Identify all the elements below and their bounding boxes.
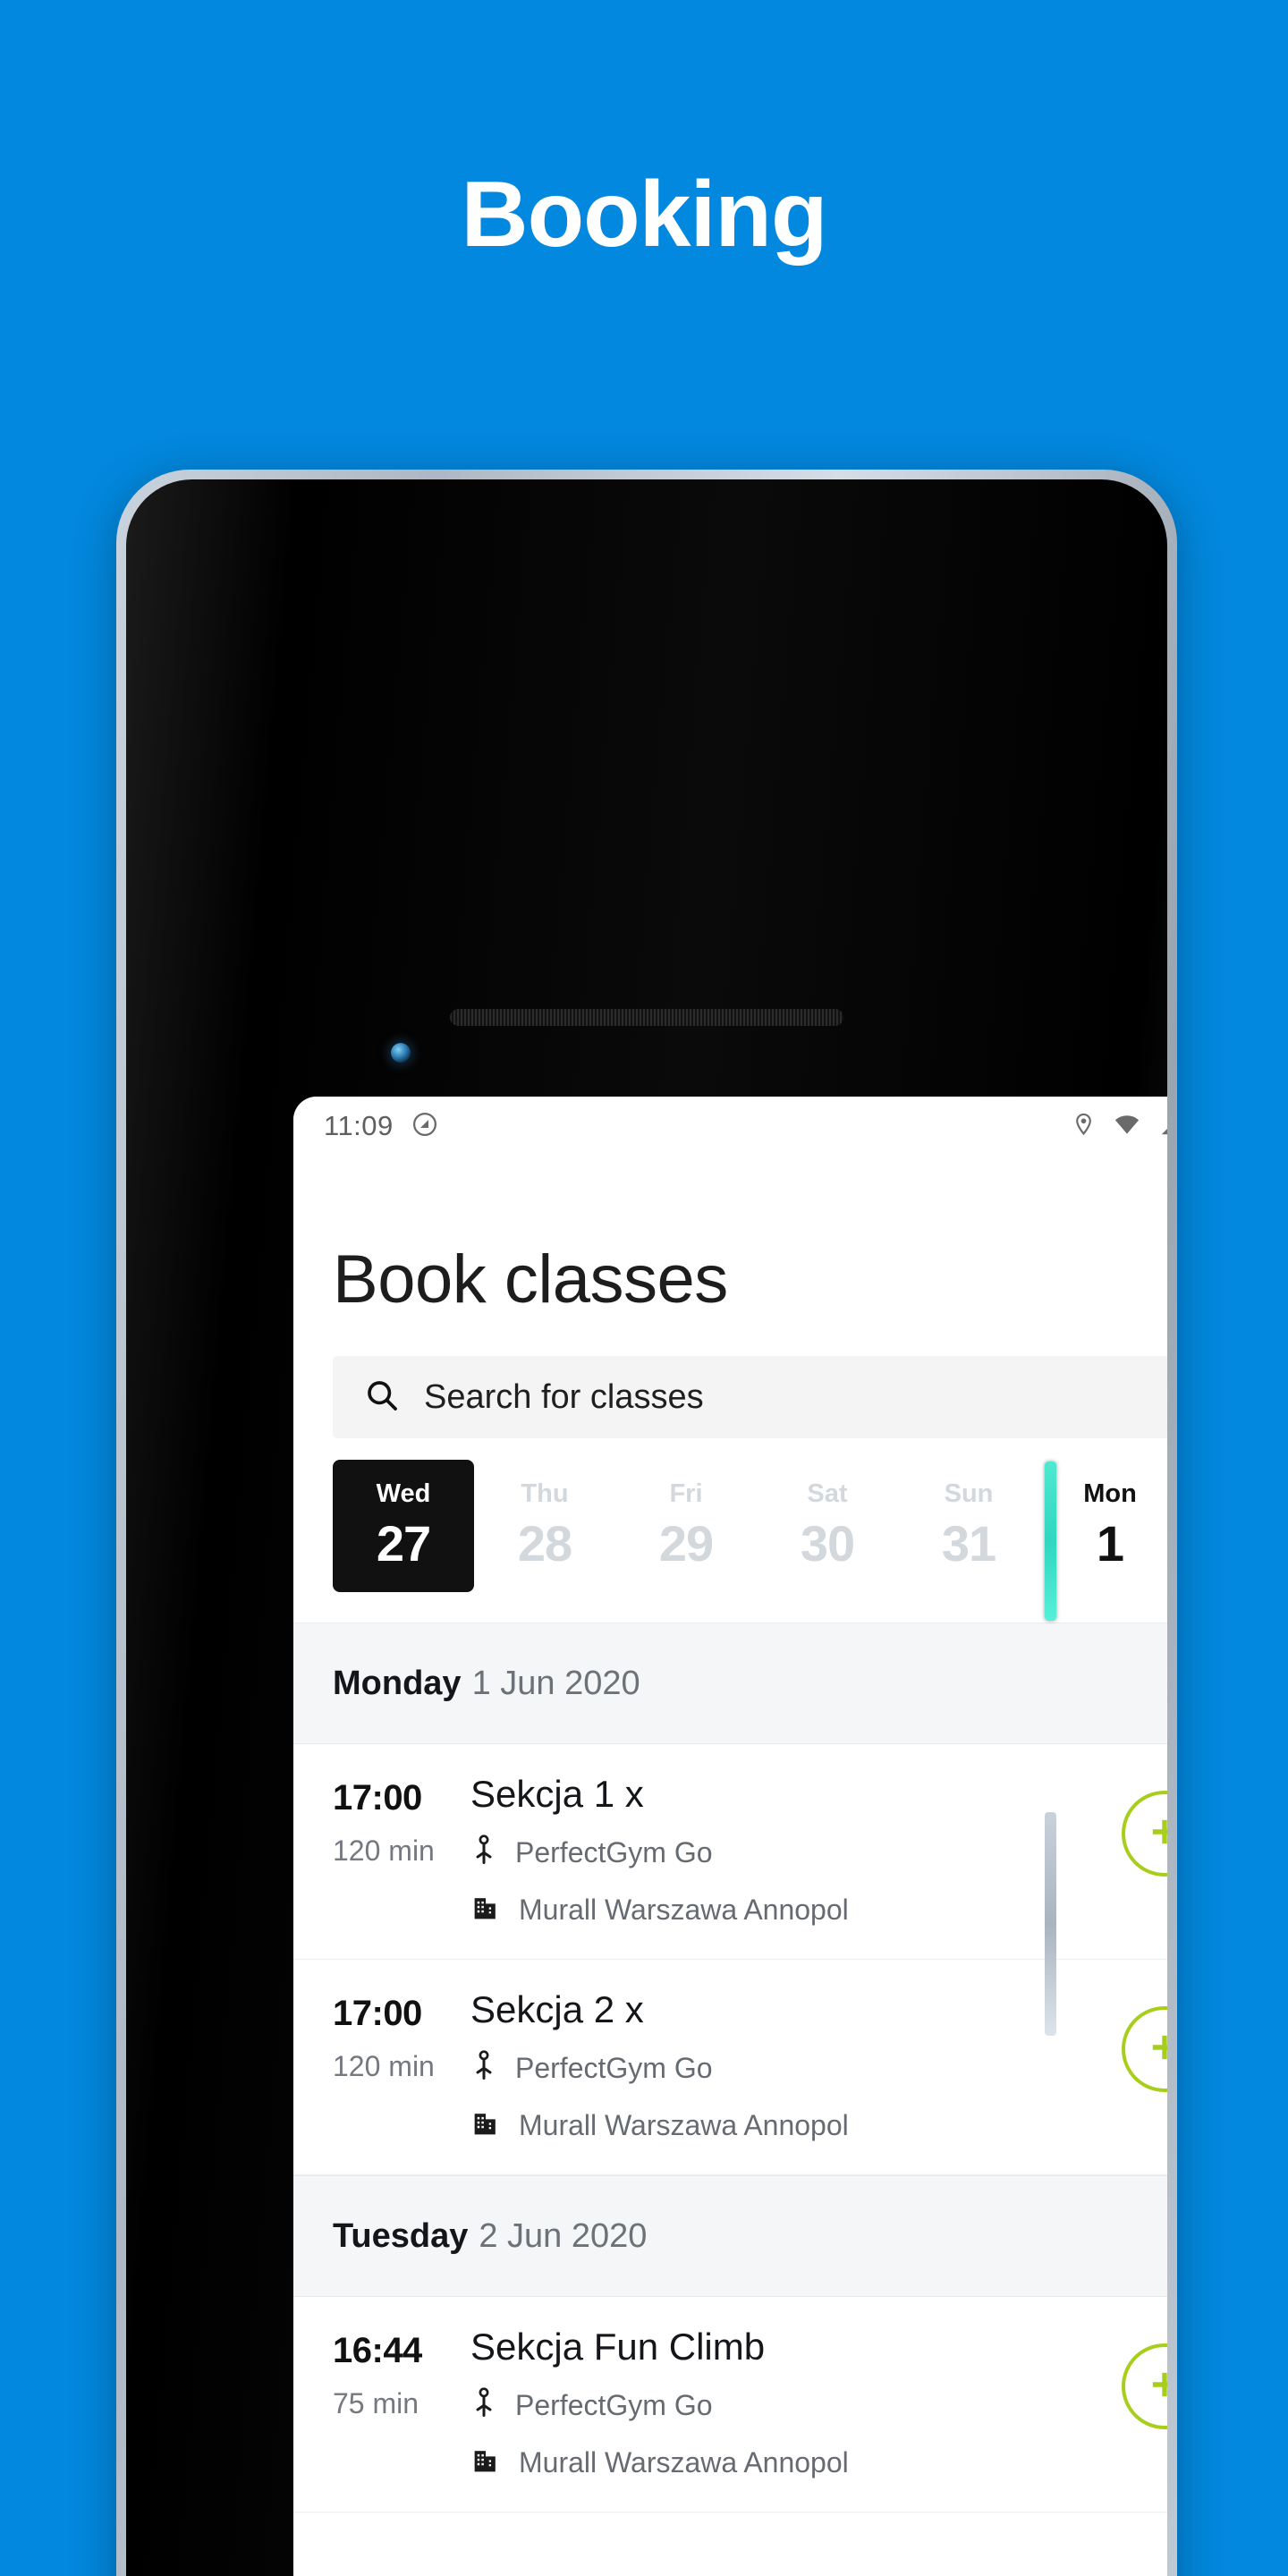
day-chip-dow: Sat (807, 1479, 848, 1508)
day-chip-sat-30[interactable]: Sat 30 (757, 1460, 898, 1592)
class-duration: 120 min (333, 1835, 435, 1867)
day-group-header-monday: Monday 1 Jun 2020 (293, 1623, 1167, 1744)
front-camera-icon (391, 1043, 411, 1063)
search-placeholder: Search for classes (424, 1377, 704, 1416)
day-selector[interactable]: Wed 27 Thu 28 Fri 29 Sat 30 Sun 31 Mon 1 (293, 1438, 1167, 1623)
day-chip-dom: 27 (376, 1515, 431, 1572)
class-duration: 75 min (333, 2387, 419, 2420)
volume-button[interactable] (1045, 1812, 1056, 2036)
class-row[interactable]: 16:44 75 min Sekcja Fun Climb PerfectGym… (293, 2297, 1167, 2513)
class-time: 17:00 (333, 1778, 422, 1818)
do-not-disturb-icon (411, 1111, 438, 1142)
day-chip-thu-28[interactable]: Thu 28 (474, 1460, 615, 1592)
class-trainer-row: PerfectGym Go (470, 1834, 1122, 1872)
class-time-column: 17:00 120 min (333, 1990, 469, 2083)
status-time: 11:09 (324, 1110, 394, 1141)
class-trainer: PerfectGym Go (515, 1836, 713, 1869)
book-class-button[interactable] (1122, 1791, 1167, 1877)
class-location-row: Murall Warszawa Annopol (470, 2107, 1122, 2144)
day-group-name: Tuesday (333, 2216, 469, 2255)
building-icon (470, 1892, 501, 1928)
page-title: Book classes (333, 1241, 728, 1318)
class-trainer-row: PerfectGym Go (470, 2049, 1122, 2088)
day-chip-dom: 1 (1096, 1515, 1124, 1572)
class-trainer: PerfectGym Go (515, 2052, 713, 2085)
power-button[interactable] (1045, 1462, 1056, 1621)
class-info-column: Sekcja 1 x PerfectGym Go Murall Warszawa… (469, 1773, 1122, 1928)
search-input[interactable]: Search for classes (333, 1356, 1167, 1438)
class-location-row: Murall Warszawa Annopol (470, 1892, 1122, 1928)
building-icon (470, 2445, 501, 2481)
day-chip-sun-31[interactable]: Sun 31 (898, 1460, 1039, 1592)
wifi-icon (1113, 1111, 1141, 1142)
day-chip-dom: 31 (941, 1515, 996, 1572)
class-info-column: Sekcja 2 x PerfectGym Go Murall Warszawa… (469, 1988, 1122, 2144)
day-chip-dow: Wed (376, 1479, 431, 1508)
day-group-header-tuesday: Tuesday 2 Jun 2020 (293, 2175, 1167, 2298)
phone-frame: 11:09 Book classes Search for classes We… (116, 470, 1177, 2576)
class-info-column: Sekcja Fun Climb PerfectGym Go Murall Wa… (469, 2327, 1122, 2481)
day-chip-fri-29[interactable]: Fri 29 (615, 1460, 757, 1592)
app-bar (293, 1156, 1167, 1220)
earpiece-speaker (450, 1009, 843, 1026)
day-chip-wed-27[interactable]: Wed 27 (333, 1460, 474, 1592)
class-trainer-row: PerfectGym Go (470, 2386, 1122, 2425)
class-duration: 120 min (333, 2050, 435, 2083)
day-group-name: Monday (333, 1664, 462, 1702)
class-location: Murall Warszawa Annopol (519, 2446, 849, 2479)
day-chip-dom: 29 (658, 1515, 714, 1572)
status-bar: 11:09 (293, 1097, 1167, 1156)
person-icon (470, 2386, 497, 2425)
person-icon (470, 2049, 497, 2088)
day-group-date: 2 Jun 2020 (479, 2216, 648, 2255)
day-chip-dow: Thu (521, 1479, 569, 1508)
day-chip-dow: Mon (1083, 1479, 1137, 1508)
class-action-column (1122, 1990, 1167, 2093)
class-name: Sekcja 2 x (470, 1988, 644, 2031)
plus-icon (1143, 2363, 1167, 2411)
day-chip-mon-1[interactable]: Mon 1 (1039, 1460, 1167, 1592)
class-time: 17:00 (333, 1994, 422, 2034)
location-icon (1072, 1111, 1096, 1142)
person-icon (470, 1834, 497, 1872)
class-location: Murall Warszawa Annopol (519, 1894, 849, 1927)
day-chip-dom: 30 (800, 1515, 855, 1572)
status-bar-left: 11:09 (324, 1110, 438, 1142)
class-location: Murall Warszawa Annopol (519, 2109, 849, 2142)
class-name: Sekcja 1 x (470, 1773, 644, 1815)
plus-icon (1143, 2026, 1167, 2073)
class-action-column (1122, 2327, 1167, 2430)
cellular-signal-icon (1158, 1111, 1167, 1142)
status-bar-right (1072, 1111, 1167, 1142)
class-action-column (1122, 1775, 1167, 1877)
day-chip-dow: Fri (669, 1479, 703, 1508)
book-class-button[interactable] (1122, 2343, 1167, 2430)
class-location-row: Murall Warszawa Annopol (470, 2445, 1122, 2481)
book-class-button[interactable] (1122, 2006, 1167, 2093)
class-time-column: 16:44 75 min (333, 2327, 469, 2420)
phone-screen: 11:09 Book classes Search for classes We… (293, 1097, 1167, 2576)
class-name: Sekcja Fun Climb (470, 2326, 766, 2368)
search-icon (363, 1377, 401, 1419)
day-chip-dom: 28 (517, 1515, 572, 1572)
class-row[interactable]: 17:00 120 min Sekcja 1 x PerfectGym Go M… (293, 1744, 1167, 1961)
class-time-column: 17:00 120 min (333, 1775, 469, 1868)
day-group-date: 1 Jun 2020 (471, 1664, 640, 1702)
class-trainer: PerfectGym Go (515, 2389, 713, 2422)
class-list[interactable]: Monday 1 Jun 2020 17:00 120 min Sekcja 1… (293, 1623, 1167, 2576)
class-time: 16:44 (333, 2331, 422, 2371)
search-section: Search for classes (293, 1338, 1167, 1438)
day-chip-dow: Sun (944, 1479, 994, 1508)
class-row[interactable]: 17:00 120 min Sekcja 2 x PerfectGym Go M… (293, 1960, 1167, 2176)
building-icon (470, 2107, 501, 2144)
phone-body: 11:09 Book classes Search for classes We… (126, 479, 1167, 2576)
promo-title: Booking (461, 163, 828, 267)
plus-icon (1143, 1810, 1167, 1858)
